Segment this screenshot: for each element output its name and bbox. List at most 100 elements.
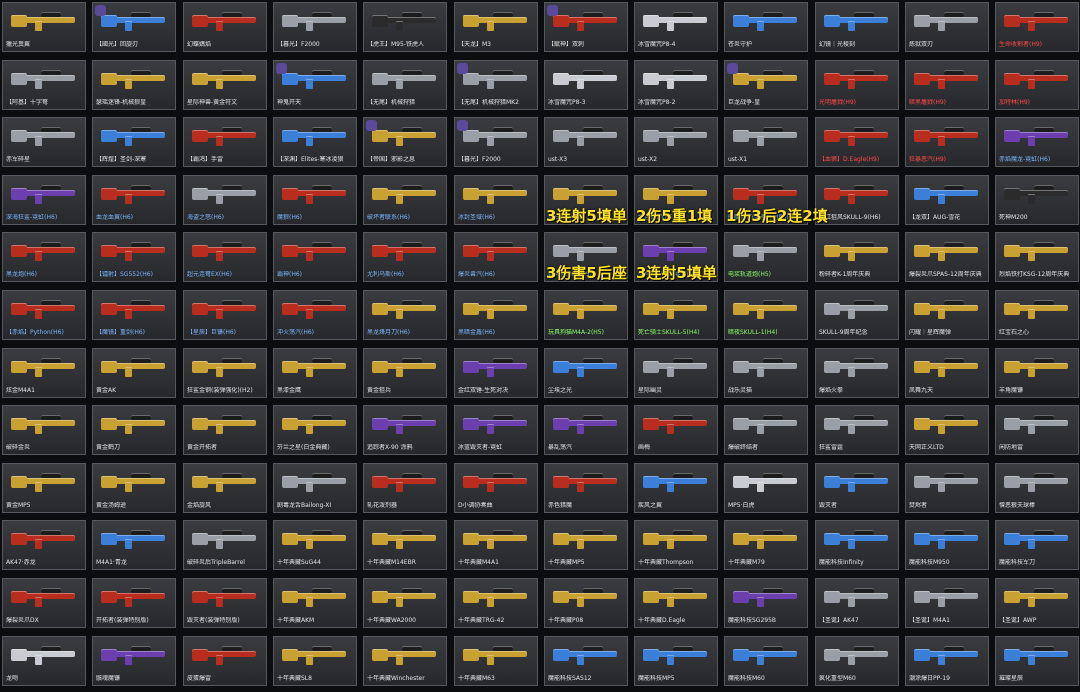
weapon-slot[interactable]: 【赤焰】Python(H6) — [2, 290, 86, 340]
weapon-slot[interactable]: 魔能科技M950 — [905, 520, 989, 570]
weapon-slot[interactable]: 羊角魔镰 — [995, 348, 1079, 398]
weapon-slot[interactable]: 凤舞九天 — [905, 348, 989, 398]
weapon-slot[interactable]: 【镭射】SG552(H6) — [92, 232, 176, 282]
weapon-slot[interactable]: 海盗之怒(H6) — [183, 175, 267, 225]
weapon-slot[interactable]: 十年典藏SuG44 — [273, 520, 357, 570]
weapon-slot[interactable]: 天网正义LTD — [905, 405, 989, 455]
weapon-slot[interactable]: 霸神(H6) — [273, 232, 357, 282]
weapon-slot[interactable]: 爆裂炎爪DX — [2, 578, 86, 628]
weapon-slot[interactable]: 尘埃之光 — [544, 348, 628, 398]
weapon-slot[interactable]: D小调协奏曲 — [454, 463, 538, 513]
weapon-slot[interactable]: 【霸鸿】手雷 — [183, 117, 267, 167]
weapon-slot[interactable]: 【辉煌】圣剑-深寒 — [92, 117, 176, 167]
weapon-slot[interactable]: 疾风之翼 — [634, 463, 718, 513]
weapon-slot[interactable]: 赤军碎星 — [2, 117, 86, 167]
weapon-slot[interactable]: 暴乱荡汽 — [544, 405, 628, 455]
weapon-slot[interactable]: 深海狂鲨-霓虹(H6) — [2, 175, 86, 225]
weapon-slot[interactable]: 金焰旋风 — [183, 463, 267, 513]
weapon-slot[interactable]: 憎恶狠夫球棒 — [995, 463, 1079, 513]
weapon-slot[interactable]: 魔能科技军刀 — [995, 520, 1079, 570]
weapon-slot[interactable]: AK47·赤龙 — [2, 520, 86, 570]
weapon-slot[interactable]: 【國光】回旋刃 — [92, 2, 176, 52]
weapon-slot[interactable]: 焚烬者 — [905, 463, 989, 513]
weapon-slot[interactable]: 十年典藏Thompson — [634, 520, 718, 570]
weapon-slot[interactable]: 爆裂炎爪SPAS-12周年庆典 — [905, 232, 989, 282]
weapon-slot[interactable]: 超元连弩EX(H6) — [183, 232, 267, 282]
weapon-slot[interactable]: 黄金狙兵 — [363, 348, 447, 398]
weapon-slot[interactable]: 十年典藏M63 — [454, 636, 538, 686]
weapon-slot[interactable]: 暗黑屠戮(H9) — [905, 60, 989, 110]
weapon-slot[interactable]: 爆破终结者 — [724, 405, 808, 455]
weapon-slot[interactable]: 幻镜｜光棱刻 — [815, 2, 899, 52]
weapon-slot[interactable]: 狂鲨金钢(装弹强化)(H2) — [183, 348, 267, 398]
weapon-slot[interactable]: 骸魂魔镰 — [92, 636, 176, 686]
weapon-slot[interactable]: 画梅 — [634, 405, 718, 455]
weapon-slot[interactable]: 黄金AK — [92, 348, 176, 398]
weapon-slot[interactable]: 皮蛋爆雷 — [183, 636, 267, 686]
weapon-slot[interactable]: 赤色猎魔 — [544, 463, 628, 513]
weapon-slot[interactable]: 【血狮】D.Eagle(H9) — [815, 117, 899, 167]
weapon-slot[interactable]: 【无尾】机械狩猎 — [363, 60, 447, 110]
weapon-slot[interactable]: 暗夜SKULL-1(H4) — [724, 290, 808, 340]
weapon-slot[interactable]: 炫金M4A1 — [2, 348, 86, 398]
weapon-slot[interactable]: 芬兰之星(白金典藏) — [273, 405, 357, 455]
weapon-slot[interactable]: 破碎炎后TripleBarrel — [183, 520, 267, 570]
weapon-slot[interactable]: 黄金汤姆逊 — [92, 463, 176, 513]
weapon-slot[interactable]: 【深渊】Elites-寒冰凌狼 — [273, 117, 357, 167]
weapon-slot[interactable]: 加特林(H9) — [995, 60, 1079, 110]
weapon-slot[interactable]: 魔狼(H6) — [273, 175, 357, 225]
weapon-slot[interactable]: 十年典藏MP5 — [544, 520, 628, 570]
weapon-slot[interactable]: 潮涂爆日PP-19 — [905, 636, 989, 686]
weapon-slot[interactable]: 幻蝶嬌焰 — [183, 2, 267, 52]
weapon-slot[interactable]: 魔能科技M60 — [724, 636, 808, 686]
weapon-slot[interactable]: 【无尾】机械狩猎MK2 — [454, 60, 538, 110]
weapon-slot[interactable]: 冰雪魔咒P8-3 — [544, 60, 628, 110]
weapon-slot[interactable]: 十年典藏M79 — [724, 520, 808, 570]
weapon-slot[interactable]: 【圣诞】M4A1 — [905, 578, 989, 628]
weapon-slot[interactable]: ust-X2 — [634, 117, 718, 167]
weapon-slot[interactable]: 黑暗金鑫(H6) — [454, 290, 538, 340]
weapon-slot[interactable]: 黄金MP5 — [2, 463, 86, 513]
weapon-slot[interactable]: 冰蓝毁灭者-霓虹 — [454, 405, 538, 455]
weapon-slot[interactable]: 冰雪魔咒P8-2 — [634, 60, 718, 110]
weapon-slot[interactable]: 【圣诞】AK47 — [815, 578, 899, 628]
weapon-slot[interactable]: 十年典藏TRG-42 — [454, 578, 538, 628]
weapon-slot[interactable]: 剧毒龙舌Bailong-XI — [273, 463, 357, 513]
weapon-slot[interactable]: 星际幽灵 — [634, 348, 718, 398]
weapon-slot[interactable]: 璀璨星辰 — [995, 636, 1079, 686]
weapon-slot[interactable]: 十年典藏Winchester — [363, 636, 447, 686]
weapon-slot[interactable]: ust-X3 — [544, 117, 628, 167]
weapon-slot[interactable]: SKULL-9周年纪念 — [815, 290, 899, 340]
weapon-slot[interactable]: 巨龙战争-皇 — [724, 60, 808, 110]
weapon-slot[interactable]: 苍炎守护 — [724, 2, 808, 52]
weapon-slot[interactable]: 烈焰铁打KSG-12周年庆典 — [995, 232, 1079, 282]
weapon-slot[interactable]: 【赋神】双刺 — [544, 2, 628, 52]
weapon-slot[interactable]: 血龙血翼(H6) — [92, 175, 176, 225]
weapon-slot[interactable]: 龙吻 — [2, 636, 86, 686]
weapon-slot[interactable]: 死神M200 — [995, 175, 1079, 225]
weapon-slot[interactable]: 光明屠戮(H9) — [815, 60, 899, 110]
weapon-slot[interactable]: 闪耀｜星辉魔弹 — [905, 290, 989, 340]
weapon-slot[interactable]: 玩具狗猫M4A-2(H5) — [544, 290, 628, 340]
weapon-slot[interactable]: 破坏者联系(H6) — [363, 175, 447, 225]
weapon-slot[interactable]: 十年典藏SL8 — [273, 636, 357, 686]
weapon-slot[interactable]: ust-X1 — [724, 117, 808, 167]
weapon-slot[interactable]: 十年典藏M4A1 — [454, 520, 538, 570]
weapon-slot[interactable]: 爆炎兽汽(H6) — [454, 232, 538, 282]
weapon-slot[interactable]: 魔能科技SAS12 — [544, 636, 628, 686]
weapon-slot[interactable]: 爆焰火拳 — [815, 348, 899, 398]
weapon-slot[interactable]: 魔能科技MP5 — [634, 636, 718, 686]
weapon-slot[interactable]: 【阿基】十字弩 — [2, 60, 86, 110]
weapon-slot[interactable]: 魔能科技SG295B — [724, 578, 808, 628]
weapon-slot[interactable]: 【龙双】AUG-雪花 — [905, 175, 989, 225]
weapon-slot[interactable]: 冰封圣域(H6) — [454, 175, 538, 225]
weapon-slot[interactable]: 黑龙炮(H6) — [2, 232, 86, 282]
weapon-slot[interactable]: 獵光異翼 — [2, 2, 86, 52]
weapon-slot[interactable]: 【星辰】巨镰(H6) — [183, 290, 267, 340]
weapon-slot[interactable]: 【圣诞】AWP — [995, 578, 1079, 628]
weapon-slot[interactable]: 【暮光】F2000 — [273, 2, 357, 52]
weapon-slot[interactable]: 尤利乌斯(H6) — [363, 232, 447, 282]
weapon-slot[interactable]: 死亡骑士SKULL-5(H4) — [634, 290, 718, 340]
weapon-slot[interactable]: 【天龙】M3 — [454, 2, 538, 52]
weapon-slot[interactable]: 闲防地雷 — [995, 405, 1079, 455]
